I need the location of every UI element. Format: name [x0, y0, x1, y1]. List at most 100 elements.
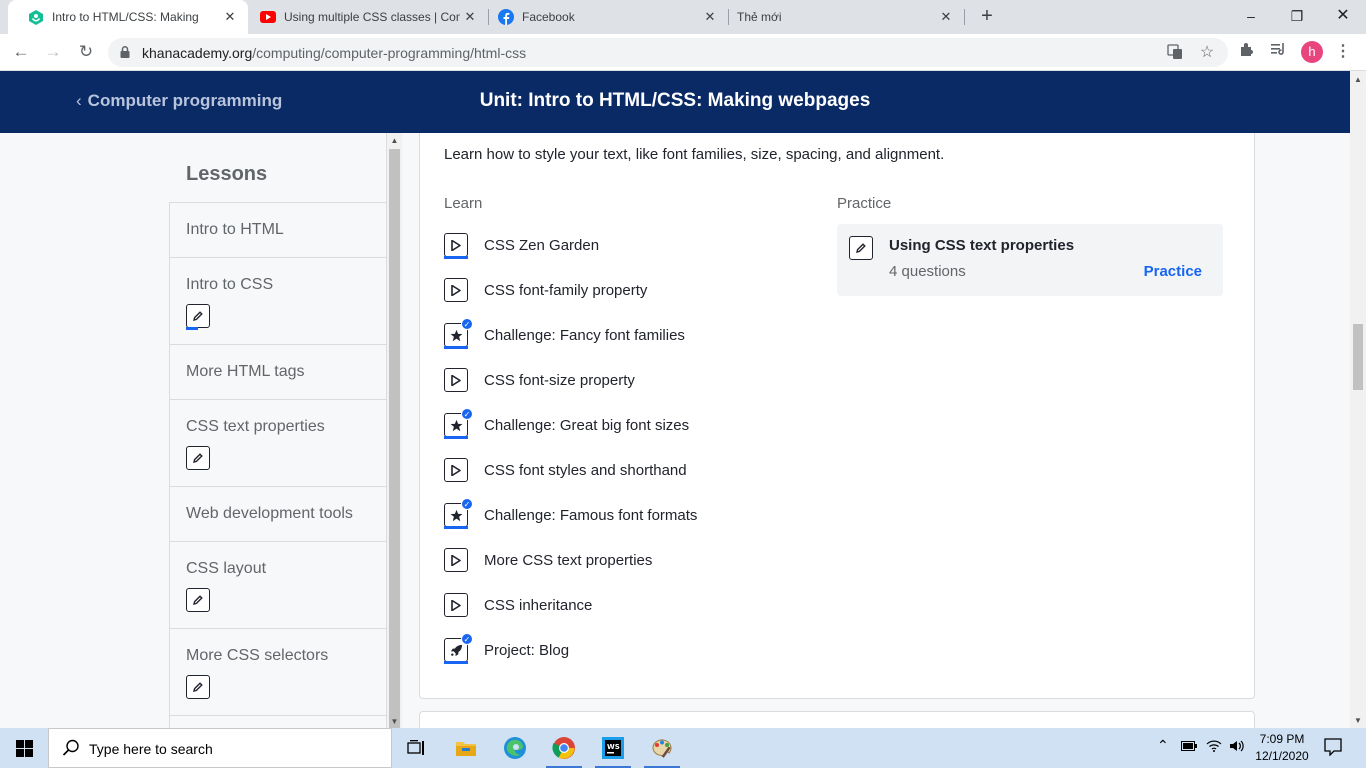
sidebar-item-more-css-selectors[interactable]: More CSS selectors — [169, 628, 387, 715]
restore-button[interactable]: ❐ — [1274, 0, 1320, 32]
system-clock[interactable]: 7:09 PM 12/1/2020 — [1252, 731, 1312, 765]
sidebar-item-more-html-tags[interactable]: More HTML tags — [169, 344, 387, 399]
youtube-icon — [260, 9, 276, 25]
tab-facebook[interactable]: Facebook ✕ — [488, 0, 728, 34]
scroll-up-icon[interactable]: ▲ — [390, 136, 399, 145]
translate-icon[interactable] — [1166, 44, 1184, 62]
tab-title: Using multiple CSS classes | Com — [284, 10, 460, 24]
page-scrollbar[interactable]: ▲ ▼ — [1350, 71, 1366, 728]
bookmark-star-icon[interactable]: ☆ — [1198, 44, 1216, 62]
progress-bar — [444, 661, 468, 664]
sidebar-item-intro-to-html[interactable]: Intro to HTML — [169, 202, 387, 257]
scrollbar-thumb[interactable] — [1353, 324, 1363, 390]
tab-title: Thẻ mới — [737, 10, 782, 24]
sidebar-item-intro-to-css[interactable]: Intro to CSS — [169, 257, 387, 344]
practice-heading: Practice — [837, 195, 892, 212]
learn-item-label: CSS Zen Garden — [484, 236, 600, 254]
progress-bar — [186, 327, 198, 330]
sidebar-item-web-development-tools[interactable]: Web development tools — [169, 486, 387, 541]
practice-item[interactable]: Using CSS text properties 4 questions Pr… — [837, 224, 1223, 296]
learn-item[interactable]: CSS font-size property — [444, 366, 635, 394]
sidebar-item-css-text-properties[interactable]: CSS text properties — [169, 399, 387, 486]
close-tab-icon[interactable]: ✕ — [938, 9, 954, 25]
sidebar-item-css-layout[interactable]: CSS layout — [169, 541, 387, 628]
tab-khan-academy[interactable]: Intro to HTML/CSS: Making webp ✕ — [8, 0, 248, 34]
battery-icon[interactable] — [1181, 740, 1197, 754]
chevron-up-icon[interactable]: ⌃ — [1157, 737, 1169, 754]
pencil-icon — [849, 236, 873, 260]
progress-bar — [444, 346, 468, 349]
close-tab-icon[interactable]: ✕ — [702, 9, 718, 25]
close-window-button[interactable]: ✕ — [1320, 0, 1366, 32]
scroll-up-icon[interactable]: ▲ — [1353, 75, 1363, 84]
learn-item[interactable]: CSS font-family property — [444, 276, 647, 304]
tab-youtube[interactable]: Using multiple CSS classes | Com ✕ — [248, 0, 488, 34]
tab-new[interactable]: Thẻ mới ✕ — [728, 0, 964, 34]
progress-bar — [444, 256, 468, 259]
notification-icon[interactable] — [1324, 738, 1342, 759]
progress-bar — [444, 436, 468, 439]
learn-item[interactable]: CSS Zen Garden — [444, 231, 599, 259]
practice-button[interactable]: Practice — [1144, 263, 1202, 280]
windows-start-icon[interactable] — [0, 728, 48, 768]
play-icon — [444, 458, 468, 482]
svg-text:WS: WS — [607, 743, 620, 751]
learn-item[interactable]: More CSS text properties — [444, 546, 652, 574]
unit-title-text: Unit: Intro to HTML/CSS: Making webpages — [479, 90, 871, 111]
reload-icon[interactable]: ↻ — [74, 40, 98, 64]
search-icon — [62, 739, 79, 756]
search-placeholder: Type here to search — [89, 741, 213, 757]
learn-item[interactable]: ✓ Challenge: Great big font sizes — [444, 408, 689, 439]
chrome-icon[interactable] — [540, 728, 588, 768]
practice-question-count: 4 questions — [889, 263, 966, 280]
khan-academy-icon — [28, 9, 44, 25]
close-tab-icon[interactable]: ✕ — [222, 9, 238, 25]
lessons-heading: Lessons — [169, 133, 387, 202]
sidebar-scrollbar[interactable]: ▲ ▼ — [387, 133, 402, 734]
close-tab-icon[interactable]: ✕ — [462, 9, 478, 25]
task-view-icon[interactable] — [392, 728, 440, 768]
extensions-icon[interactable] — [1236, 41, 1258, 63]
browser-tab-bar: Intro to HTML/CSS: Making webp ✕ Using m… — [0, 0, 1366, 34]
volume-icon[interactable] — [1229, 740, 1245, 755]
sidebar-item-next[interactable] — [169, 715, 387, 728]
learn-item[interactable]: ✓ Project: Blog — [444, 633, 569, 664]
clock-date: 12/1/2020 — [1255, 749, 1309, 763]
file-explorer-icon[interactable] — [442, 728, 490, 768]
scrollbar-thumb[interactable] — [389, 149, 400, 734]
scroll-down-icon[interactable]: ▼ — [1353, 716, 1363, 725]
learn-item-label: More CSS text properties — [484, 551, 653, 569]
wifi-icon[interactable] — [1206, 740, 1222, 755]
scroll-down-icon[interactable]: ▼ — [390, 717, 399, 726]
paint-icon[interactable] — [638, 728, 686, 768]
forward-arrow-icon[interactable]: → — [41, 40, 65, 64]
learn-item-label: CSS inheritance — [484, 596, 593, 614]
learn-item-label: CSS font-family property — [484, 281, 648, 299]
edge-icon[interactable] — [491, 728, 539, 768]
url-text: khanacademy.org/computing/computer-progr… — [142, 45, 526, 61]
learn-item[interactable]: CSS inheritance — [444, 591, 592, 619]
learn-item[interactable]: ✓ Challenge: Famous font formats — [444, 498, 697, 529]
media-control-icon[interactable] — [1268, 41, 1290, 63]
back-arrow-icon[interactable]: ← — [9, 40, 33, 64]
minimize-button[interactable]: – — [1228, 0, 1274, 32]
more-menu-icon[interactable]: ⋮ — [1332, 41, 1354, 63]
address-bar[interactable]: khanacademy.org/computing/computer-progr… — [108, 38, 1228, 67]
lessons-sidebar: Lessons Intro to HTML Intro to CSS More … — [169, 133, 387, 728]
webstorm-icon[interactable]: WS — [589, 728, 637, 768]
profile-avatar[interactable]: h — [1301, 41, 1323, 63]
new-tab-button[interactable]: + — [976, 5, 998, 27]
pencil-icon — [186, 446, 210, 470]
taskbar-search-input[interactable]: Type here to search — [48, 728, 392, 768]
windows-taskbar: Type here to search WS ⌃ 7:09 PM 12/1/20… — [0, 728, 1366, 768]
sidebar-item-label: Intro to CSS — [186, 276, 274, 293]
completed-check-icon: ✓ — [461, 318, 473, 330]
learn-item[interactable]: ✓ Challenge: Fancy font families — [444, 318, 685, 349]
pencil-icon — [186, 304, 210, 330]
star-icon: ✓ — [444, 408, 473, 439]
learn-item-label: CSS font styles and shorthand — [484, 461, 687, 479]
learn-item[interactable]: CSS font styles and shorthand — [444, 456, 687, 484]
star-icon: ✓ — [444, 498, 473, 529]
url-host: khanacademy.org — [142, 45, 253, 61]
completed-check-icon: ✓ — [461, 633, 473, 645]
